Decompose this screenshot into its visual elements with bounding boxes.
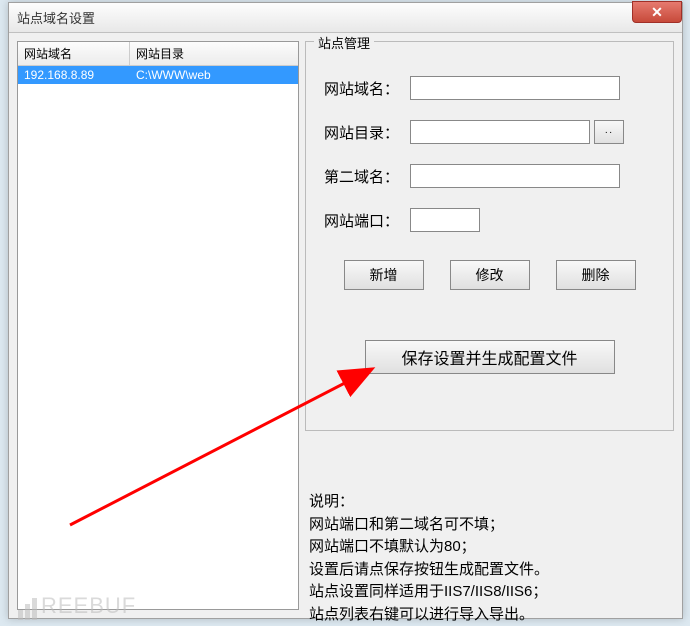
table-row[interactable]: 192.168.8.89 C:\WWW\web	[18, 66, 298, 84]
right-panel: 站点管理 网站域名： 网站目录： ·· 第二域名： 网站端口：	[305, 41, 674, 610]
table-header: 网站域名 网站目录	[18, 42, 298, 66]
desc-line: 站点列表右键可以进行导入导出。	[309, 604, 674, 626]
port-input[interactable]	[410, 208, 480, 232]
add-button[interactable]: 新增	[344, 260, 424, 290]
edit-button[interactable]: 修改	[450, 260, 530, 290]
description: 说明： 网站端口和第二域名可不填； 网站端口不填默认为80； 设置后请点保存按钮…	[305, 491, 674, 626]
desc-line: 站点设置同样适用于IIS7/IIS8/IIS6；	[309, 581, 674, 604]
content-area: 网站域名 网站目录 192.168.8.89 C:\WWW\web 站点管理 网…	[9, 33, 682, 618]
label-port: 网站端口：	[320, 210, 410, 231]
label-dir: 网站目录：	[320, 122, 410, 143]
cell-dir: C:\WWW\web	[130, 66, 298, 84]
site-group: 站点管理 网站域名： 网站目录： ·· 第二域名： 网站端口：	[305, 41, 674, 431]
titlebar: 站点域名设置 ✕	[9, 3, 682, 33]
col-dir[interactable]: 网站目录	[130, 42, 298, 65]
label-second: 第二域名：	[320, 166, 410, 187]
dir-input[interactable]	[410, 120, 590, 144]
second-domain-input[interactable]	[410, 164, 620, 188]
table-body: 192.168.8.89 C:\WWW\web	[18, 66, 298, 609]
group-title: 站点管理	[314, 33, 374, 52]
cell-domain: 192.168.8.89	[18, 66, 130, 84]
delete-button[interactable]: 删除	[556, 260, 636, 290]
col-domain[interactable]: 网站域名	[18, 42, 130, 65]
label-domain: 网站域名：	[320, 78, 410, 99]
domain-input[interactable]	[410, 76, 620, 100]
window-title: 站点域名设置	[17, 8, 95, 27]
browse-button[interactable]: ··	[594, 120, 624, 144]
desc-line: 网站端口不填默认为80；	[309, 536, 674, 559]
close-button[interactable]: ✕	[632, 1, 682, 23]
dialog-window: 站点域名设置 ✕ 网站域名 网站目录 192.168.8.89 C:\WWW\w…	[8, 2, 683, 619]
desc-title: 说明：	[309, 491, 674, 514]
desc-line: 设置后请点保存按钮生成配置文件。	[309, 559, 674, 582]
site-table[interactable]: 网站域名 网站目录 192.168.8.89 C:\WWW\web	[17, 41, 299, 610]
close-icon: ✕	[651, 4, 663, 21]
save-button[interactable]: 保存设置并生成配置文件	[365, 340, 615, 374]
desc-line: 网站端口和第二域名可不填；	[309, 514, 674, 537]
